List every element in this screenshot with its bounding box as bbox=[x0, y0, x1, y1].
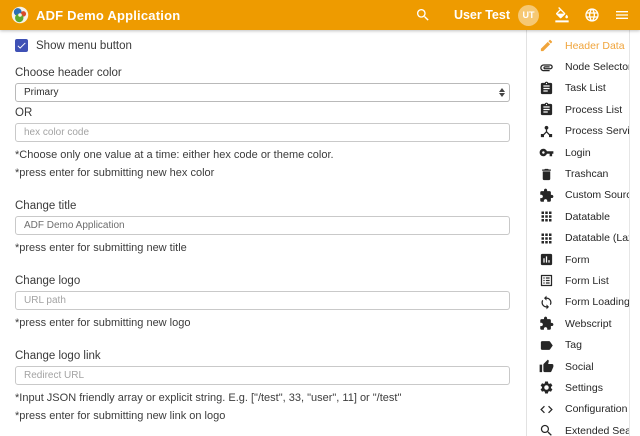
sidebar-item-label: Social bbox=[565, 361, 594, 373]
app-header: ADF Demo Application User Test UT bbox=[0, 0, 640, 30]
clipboard-icon bbox=[539, 81, 554, 96]
show-menu-checkbox[interactable] bbox=[15, 39, 28, 52]
sidebar-item-label: Node Selector bbox=[565, 61, 629, 73]
sidebar-item-form-loading[interactable]: Form Loading bbox=[539, 292, 629, 313]
sidebar-item-label: Form Loading bbox=[565, 296, 629, 308]
header-data-panel: Show menu button Choose header color Pri… bbox=[0, 30, 527, 436]
device-hub-icon bbox=[539, 124, 554, 139]
adf-logo-icon[interactable] bbox=[11, 6, 29, 24]
sidebar-item-label: Trashcan bbox=[565, 168, 608, 180]
sync-icon bbox=[539, 295, 554, 310]
sidebar-item-process-services[interactable]: Process Services bbox=[539, 121, 629, 142]
sidebar-item-label: Extended Search bbox=[565, 425, 629, 436]
sidebar-item-task-list[interactable]: Task List bbox=[539, 78, 629, 99]
avatar[interactable]: UT bbox=[518, 5, 539, 26]
sidebar-item-custom-sources[interactable]: Custom Sources bbox=[539, 185, 629, 206]
or-label: OR bbox=[15, 107, 510, 119]
adf-demo-application: ADF Demo Application User Test UT Show m… bbox=[0, 0, 640, 436]
sidebar-item-label: Process List bbox=[565, 104, 622, 116]
sidebar-item-datatable-lazy[interactable]: Datatable (Lazy) bbox=[539, 228, 629, 249]
sidebar-item-label: Tag bbox=[565, 339, 582, 351]
search-icon bbox=[539, 423, 554, 436]
sidebar-item-label: Datatable bbox=[565, 211, 610, 223]
grid-icon bbox=[539, 209, 554, 224]
paint-bucket-icon[interactable] bbox=[553, 7, 570, 24]
sidebar-item-social[interactable]: Social bbox=[539, 356, 629, 377]
sidebar-item-label: Login bbox=[565, 147, 591, 159]
sidebar-item-label: Task List bbox=[565, 82, 606, 94]
hex-hint-2: *press enter for submitting new hex colo… bbox=[15, 167, 510, 179]
sidebar-item-label: Configuration Editor bbox=[565, 403, 629, 415]
title-hint: *press enter for submitting new title bbox=[15, 242, 510, 254]
change-logo-input[interactable] bbox=[15, 291, 510, 310]
sidebar-item-label: Settings bbox=[565, 382, 603, 394]
gear-icon bbox=[539, 380, 554, 395]
change-logo-link-label: Change logo link bbox=[15, 350, 510, 362]
show-menu-label: Show menu button bbox=[36, 40, 132, 52]
logo-link-hint-2: *press enter for submitting new link on … bbox=[15, 410, 510, 422]
thumb-up-icon bbox=[539, 359, 554, 374]
app-title: ADF Demo Application bbox=[36, 8, 180, 23]
sidebar-item-label: Custom Sources bbox=[565, 189, 629, 201]
header-color-label: Choose header color bbox=[15, 67, 510, 79]
hex-color-input[interactable] bbox=[15, 123, 510, 142]
sidebar-item-label: Process Services bbox=[565, 125, 629, 137]
sidebar-menu: Header Data Node Selector Task List Process… bbox=[527, 30, 629, 436]
header-color-selected-value: Primary bbox=[24, 87, 499, 98]
logo-hint: *press enter for submitting new logo bbox=[15, 317, 510, 329]
sidebar-item-node-selector[interactable]: Node Selector bbox=[539, 56, 629, 77]
sidebar-item-label: Datatable (Lazy) bbox=[565, 232, 629, 244]
clipboard-icon bbox=[539, 102, 554, 117]
change-logo-label: Change logo bbox=[15, 275, 510, 287]
key-icon bbox=[539, 145, 554, 160]
sidebar-item-configuration-editor[interactable]: Configuration Editor bbox=[539, 399, 629, 420]
sidebar-item-label: Header Data bbox=[565, 40, 625, 52]
list-alt-icon bbox=[539, 273, 554, 288]
bar-chart-icon bbox=[539, 252, 554, 267]
sidebar-item-label: Form bbox=[565, 254, 590, 266]
sidebar-item-label: Form List bbox=[565, 275, 609, 287]
hex-hint-1: *Choose only one value at a time: either… bbox=[15, 149, 510, 161]
puzzle-icon bbox=[539, 316, 554, 331]
header-color-select[interactable]: Primary bbox=[15, 83, 510, 102]
sidebar-item-form[interactable]: Form bbox=[539, 249, 629, 270]
globe-icon[interactable] bbox=[583, 7, 600, 24]
change-logo-link-input[interactable] bbox=[15, 366, 510, 385]
check-icon bbox=[16, 40, 27, 51]
sidebar-item-header-data[interactable]: Header Data bbox=[539, 35, 629, 56]
grid-icon bbox=[539, 231, 554, 246]
hamburger-menu-icon[interactable] bbox=[613, 7, 630, 24]
sidebar-item-form-list[interactable]: Form List bbox=[539, 270, 629, 291]
sidebar-item-tag[interactable]: Tag bbox=[539, 334, 629, 355]
sidebar-item-settings[interactable]: Settings bbox=[539, 377, 629, 398]
user-name[interactable]: User Test bbox=[454, 8, 510, 22]
change-title-label: Change title bbox=[15, 200, 510, 212]
change-title-input[interactable] bbox=[15, 216, 510, 235]
sidebar-item-datatable[interactable]: Datatable bbox=[539, 206, 629, 227]
sidebar-item-trashcan[interactable]: Trashcan bbox=[539, 163, 629, 184]
code-icon bbox=[539, 402, 554, 417]
sidebar-item-process-list[interactable]: Process List bbox=[539, 99, 629, 120]
select-stepper-icon bbox=[499, 88, 505, 97]
attachment-icon bbox=[539, 60, 554, 75]
tag-icon bbox=[539, 338, 554, 353]
trash-icon bbox=[539, 167, 554, 182]
logo-link-hint-1: *Input JSON friendly array or explicit s… bbox=[15, 392, 510, 404]
puzzle-icon bbox=[539, 188, 554, 203]
sidebar-item-login[interactable]: Login bbox=[539, 142, 629, 163]
pencil-icon bbox=[539, 38, 554, 53]
sidebar-item-extended-search[interactable]: Extended Search bbox=[539, 420, 629, 436]
scrollbar-track[interactable] bbox=[629, 30, 640, 436]
search-icon[interactable] bbox=[415, 7, 432, 24]
sidebar-item-label: Webscript bbox=[565, 318, 612, 330]
sidebar-item-webscript[interactable]: Webscript bbox=[539, 313, 629, 334]
